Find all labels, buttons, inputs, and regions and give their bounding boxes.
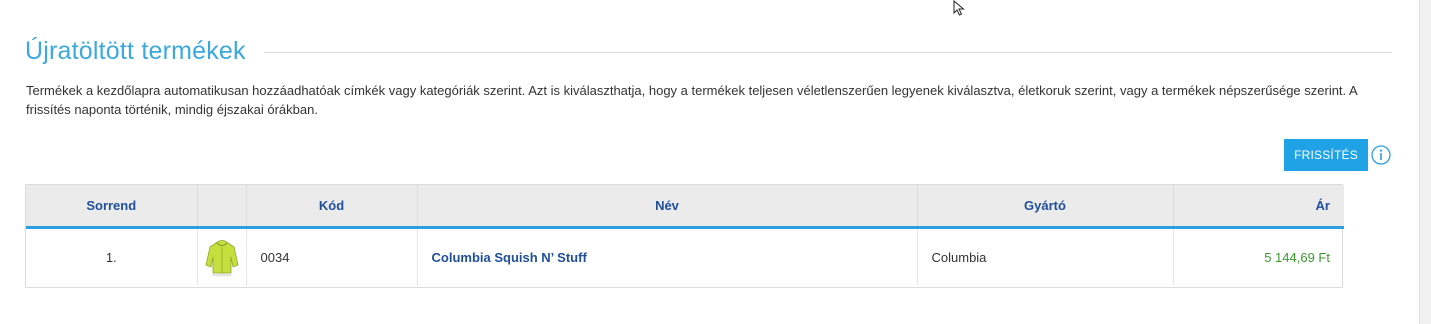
- page: Újratöltött termékek Termékek a kezdőlap…: [0, 0, 1431, 324]
- cell-image: [197, 227, 247, 286]
- column-header-price[interactable]: Ár: [1173, 185, 1344, 229]
- cell-code: 0034: [246, 227, 418, 286]
- section-title: Újratöltött termékek: [25, 36, 246, 65]
- refresh-button[interactable]: FRISSÍTÉS: [1284, 139, 1368, 171]
- table-row: 1. 0034 Columbia Squish N’ Stuff Columbi…: [26, 227, 1344, 286]
- products-table: Sorrend Kód Név Gyártó Ár 1. 0034 Columb…: [26, 185, 1344, 286]
- scrollbar-track[interactable]: [1419, 0, 1431, 324]
- section-header: Újratöltött termékek: [25, 34, 1392, 68]
- section-divider: [263, 52, 1392, 53]
- section-description: Termékek a kezdőlapra automatikusan hozz…: [26, 83, 1358, 117]
- products-table-wrapper: Sorrend Kód Név Gyártó Ár 1. 0034 Columb…: [25, 184, 1344, 288]
- cell-name: Columbia Squish N’ Stuff: [417, 227, 918, 286]
- column-header-image: [197, 185, 247, 229]
- column-header-code[interactable]: Kód: [246, 185, 418, 229]
- product-name-link[interactable]: Columbia Squish N’ Stuff: [432, 250, 587, 265]
- cell-price: 5 144,69 Ft: [1264, 249, 1330, 265]
- cell-manufacturer: Columbia: [917, 227, 1174, 286]
- column-header-manufacturer[interactable]: Gyártó: [917, 185, 1174, 229]
- table-header-row: Sorrend Kód Név Gyártó Ár: [26, 185, 1344, 229]
- column-header-name[interactable]: Név: [417, 185, 918, 229]
- cell-order: 1.: [26, 227, 198, 286]
- green-jacket-thumbnail[interactable]: [203, 237, 241, 277]
- mouse-cursor-icon: [953, 0, 965, 16]
- info-circle-icon[interactable]: [1371, 145, 1391, 165]
- column-header-order[interactable]: Sorrend: [26, 185, 198, 229]
